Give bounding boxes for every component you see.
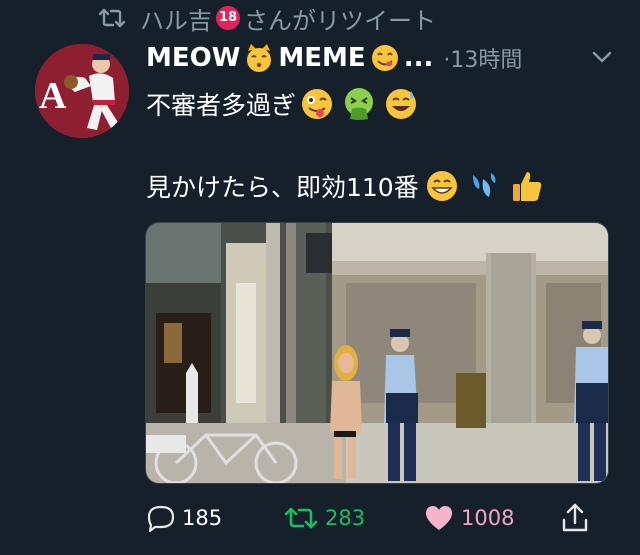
- tweet-text-part2: 見かけたら、即効110番: [146, 173, 419, 202]
- zany-face-emoji-icon: [302, 89, 333, 119]
- retweet-button[interactable]: 283: [283, 500, 365, 536]
- retweeter-name[interactable]: ハル吉: [140, 1, 212, 36]
- tweet-text-line-2: 見かけたら、即効110番: [146, 166, 545, 206]
- tweet-text-part1: 不審者多過ぎ: [146, 91, 297, 120]
- retweet-context[interactable]: ハル吉 18 さんがリツイート: [98, 4, 436, 35]
- author-name-ellipsis: ...: [403, 43, 434, 73]
- author-name-part2[interactable]: MEME: [278, 43, 365, 73]
- age-restriction-badge: 18: [216, 6, 240, 30]
- author-name-part1[interactable]: MEOW: [146, 43, 240, 73]
- heart-icon: [425, 506, 453, 530]
- share-icon: [562, 503, 588, 532]
- like-count: 1008: [461, 506, 515, 530]
- retweet-count: 283: [325, 506, 366, 530]
- reply-icon: [147, 505, 175, 533]
- share-button[interactable]: [560, 500, 596, 536]
- tweet-header: MEOW MEME ... ·13時間: [146, 40, 616, 76]
- sweat-droplets-emoji-icon: [472, 173, 496, 197]
- tweet-media-photo[interactable]: [145, 222, 609, 484]
- kissing-cat-emoji-icon: [247, 44, 272, 72]
- chevron-down-icon[interactable]: [592, 50, 612, 64]
- tweet-timestamp[interactable]: ·13時間: [443, 42, 522, 74]
- tweet-text-line-1: 不審者多過ぎ: [146, 85, 418, 123]
- like-button[interactable]: 1008: [423, 500, 514, 536]
- retweet-icon: [284, 507, 318, 529]
- retweet-icon: [98, 8, 126, 28]
- yum-face-emoji-icon: [371, 45, 398, 71]
- vomiting-face-emoji-icon: [345, 88, 374, 120]
- reply-button[interactable]: 185: [146, 500, 222, 536]
- reply-count: 185: [182, 506, 223, 530]
- thumbs-up-emoji-icon: [512, 172, 541, 201]
- grinning-face-emoji-icon: [426, 171, 457, 201]
- avatar-image: A: [35, 44, 129, 138]
- sweat-smile-emoji-icon: [386, 89, 417, 119]
- svg-text:A: A: [39, 75, 67, 117]
- tweet[interactable]: ハル吉 18 さんがリツイート A MEOW MEME ... ·13時間 不審…: [0, 0, 640, 555]
- avatar[interactable]: A: [35, 44, 129, 138]
- tweet-actions: 185 283 1008: [0, 500, 640, 536]
- street-photo-image: [146, 223, 608, 483]
- retweet-label: さんがリツイート: [244, 6, 436, 35]
